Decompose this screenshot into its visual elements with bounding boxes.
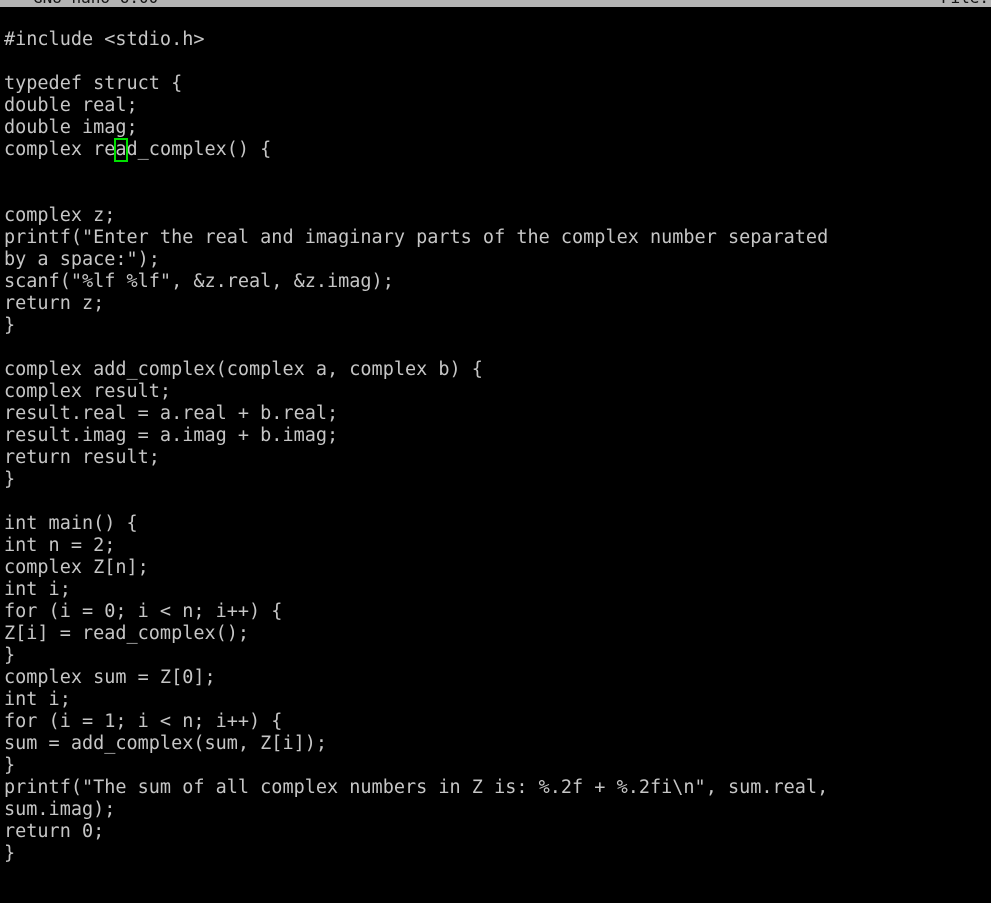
code-line[interactable]: } <box>4 315 991 337</box>
code-line[interactable]: Z[i] = read_complex(); <box>4 623 991 645</box>
code-line[interactable]: result.real = a.real + b.real; <box>4 403 991 425</box>
code-line[interactable]: complex Z[n]; <box>4 557 991 579</box>
code-line[interactable]: double imag; <box>4 117 991 139</box>
code-text: complex re <box>4 139 116 160</box>
code-line[interactable]: return result; <box>4 447 991 469</box>
code-line[interactable]: double real; <box>4 95 991 117</box>
code-line[interactable]: for (i = 0; i < n; i++) { <box>4 601 991 623</box>
titlebar-file-label: File: <box>941 0 989 7</box>
code-line[interactable]: } <box>4 645 991 667</box>
titlebar-app-version: GNU nano 6.00 <box>33 0 158 7</box>
code-line[interactable]: } <box>4 843 991 865</box>
code-line[interactable]: int main() { <box>4 513 991 535</box>
titlebar: GNU nano 6.00 File: <box>0 0 991 7</box>
code-line[interactable]: complex z; <box>4 205 991 227</box>
code-line[interactable]: sum = add_complex(sum, Z[i]); <box>4 733 991 755</box>
code-line[interactable]: int i; <box>4 579 991 601</box>
code-line[interactable]: printf("Enter the real and imaginary par… <box>4 227 991 249</box>
code-line[interactable] <box>4 183 991 205</box>
code-line[interactable]: } <box>4 755 991 777</box>
code-line[interactable]: complex sum = Z[0]; <box>4 667 991 689</box>
code-line[interactable]: return 0; <box>4 821 991 843</box>
code-line[interactable]: return z; <box>4 293 991 315</box>
code-line[interactable]: typedef struct { <box>4 73 991 95</box>
code-line[interactable]: printf("The sum of all complex numbers i… <box>4 777 991 799</box>
code-line[interactable] <box>4 491 991 513</box>
code-line[interactable] <box>4 51 991 73</box>
code-line[interactable]: by a space:"); <box>4 249 991 271</box>
code-line[interactable]: complex read_complex() { <box>4 138 991 162</box>
code-line[interactable]: scanf("%lf %lf", &z.real, &z.imag); <box>4 271 991 293</box>
code-text: d_complex() { <box>126 139 272 160</box>
code-line[interactable]: int n = 2; <box>4 535 991 557</box>
code-line[interactable]: } <box>4 469 991 491</box>
code-line[interactable]: int i; <box>4 689 991 711</box>
code-line[interactable]: complex add_complex(complex a, complex b… <box>4 359 991 381</box>
nano-editor-window: GNU nano 6.00 File: #include <stdio.h> t… <box>0 0 991 903</box>
code-line[interactable] <box>4 161 991 183</box>
text-cursor: a <box>114 138 128 162</box>
code-line[interactable]: for (i = 1; i < n; i++) { <box>4 711 991 733</box>
code-line[interactable]: complex result; <box>4 381 991 403</box>
code-line[interactable] <box>4 337 991 359</box>
code-line[interactable]: #include <stdio.h> <box>4 29 991 51</box>
code-text-area[interactable]: #include <stdio.h> typedef struct {doubl… <box>0 7 991 903</box>
code-line[interactable]: sum.imag); <box>4 799 991 821</box>
code-line[interactable]: result.imag = a.imag + b.imag; <box>4 425 991 447</box>
